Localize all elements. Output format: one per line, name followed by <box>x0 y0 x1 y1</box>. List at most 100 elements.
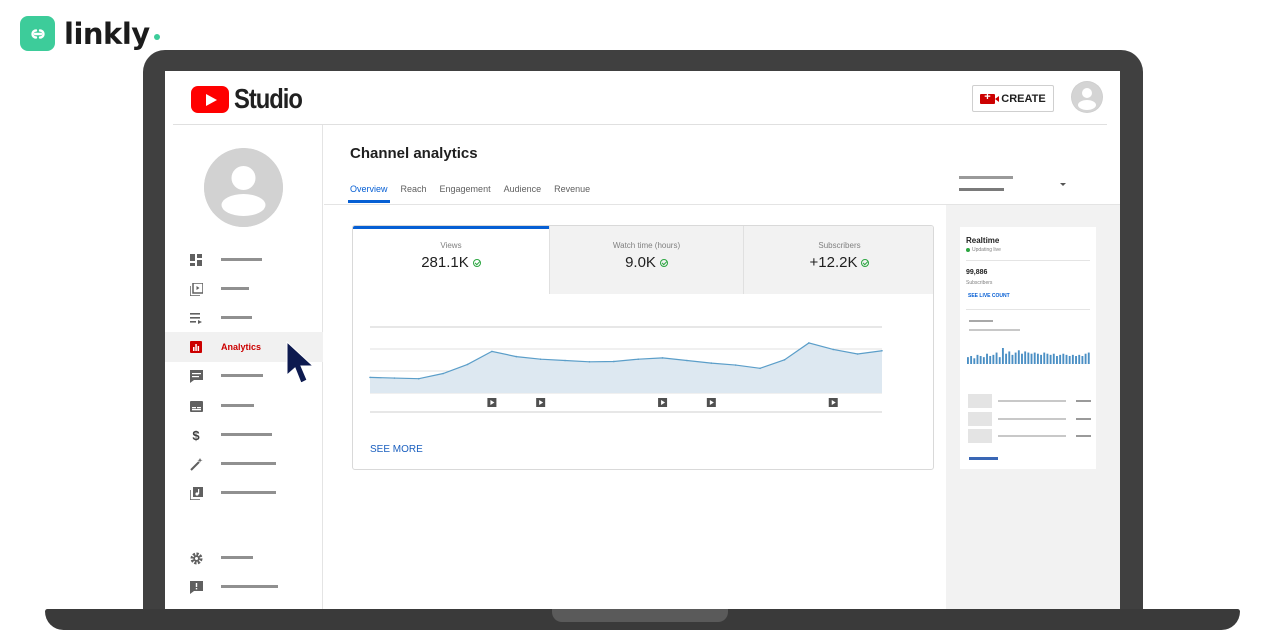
realtime-bar <box>1075 356 1077 364</box>
check-circle-icon <box>659 258 668 267</box>
realtime-bar <box>1027 352 1030 364</box>
video-thumbnail-placeholder <box>968 394 992 408</box>
realtime-bar <box>1071 354 1074 364</box>
realtime-bar-chart <box>967 348 1090 364</box>
sidebar-item-label-placeholder <box>221 433 272 436</box>
sidebar-item-monetization[interactable]: $ <box>165 420 323 450</box>
analytics-tabs: Overview Reach Engagement Audience Reven… <box>348 184 603 203</box>
sidebar-item-audio-library[interactable] <box>165 478 323 508</box>
sidebar-item-label-placeholder <box>221 316 252 319</box>
sidebar-item-playlists[interactable] <box>165 303 323 333</box>
realtime-bar <box>1033 352 1036 364</box>
chart-data-point <box>856 353 859 355</box>
sidebar-item-dashboard[interactable] <box>165 245 323 275</box>
tab-engagement[interactable]: Engagement <box>440 184 491 203</box>
live-dot-icon <box>966 248 970 252</box>
realtime-status: Updating live <box>966 247 1001 253</box>
chart-data-point <box>661 357 664 359</box>
chart-data-point <box>881 349 883 352</box>
metric-subscribers[interactable]: Subscribers +12.2K <box>743 226 933 294</box>
chart-data-point <box>491 350 493 353</box>
realtime-bar <box>1056 356 1058 364</box>
dashboard-icon <box>189 253 203 267</box>
realtime-bar <box>1014 352 1017 364</box>
check-circle-icon <box>861 258 870 267</box>
placeholder-line <box>969 320 993 322</box>
sidebar-item-label-placeholder <box>221 585 278 588</box>
sidebar-item-label-placeholder <box>221 258 262 261</box>
tab-audience[interactable]: Audience <box>504 184 542 203</box>
realtime-status-text: Updating live <box>972 247 1001 253</box>
see-live-count-link[interactable]: SEE LIVE COUNT <box>968 293 1010 299</box>
metric-views[interactable]: Views 281.1K <box>353 226 549 294</box>
see-more-link[interactable]: SEE MORE <box>370 444 423 455</box>
realtime-bar <box>1043 352 1046 364</box>
metric-label: Watch time (hours) <box>612 241 681 250</box>
metric-value-text: 9.0K <box>625 254 656 271</box>
top-bar: Studio CREATE <box>165 71 1120 125</box>
divider <box>966 260 1090 261</box>
chart-data-point <box>417 377 420 380</box>
video-marker-icon[interactable] <box>658 398 668 407</box>
sidebar-item-subtitles[interactable] <box>165 391 323 421</box>
video-marker-icon[interactable] <box>536 398 546 407</box>
realtime-bar <box>976 354 979 364</box>
placeholder-line <box>998 418 1066 420</box>
chart-data-point <box>588 361 591 363</box>
date-range-placeholder <box>959 176 1013 179</box>
realtime-bar <box>1001 348 1004 364</box>
studio-wordmark: Studio <box>234 83 303 114</box>
create-button[interactable]: CREATE <box>972 85 1054 112</box>
analytics-card: Views 281.1K Watch time (hours) 9.0K Sub… <box>352 225 934 470</box>
metric-watch-time[interactable]: Watch time (hours) 9.0K <box>549 226 743 294</box>
realtime-bar <box>1062 353 1065 364</box>
realtime-bar <box>1068 356 1071 364</box>
metric-value-text: 281.1K <box>421 254 469 271</box>
video-marker-icon[interactable] <box>487 398 497 407</box>
tab-reach[interactable]: Reach <box>401 184 427 203</box>
video-marker-icon[interactable] <box>706 398 716 407</box>
chart-data-point <box>613 360 615 363</box>
date-range-placeholder <box>959 188 1004 191</box>
sidebar-item-label-placeholder <box>221 556 253 559</box>
sidebar-item-content[interactable] <box>165 274 323 304</box>
chart-data-point <box>710 362 713 364</box>
main-content: Channel analytics Overview Reach Engagem… <box>324 125 1120 609</box>
sidebar-item-settings[interactable] <box>165 543 323 573</box>
video-camera-icon <box>980 91 1000 104</box>
placeholder-line <box>998 435 1066 437</box>
account-avatar[interactable] <box>1071 81 1103 113</box>
realtime-bar <box>986 353 988 364</box>
linkly-brand: linkly <box>20 16 160 51</box>
placeholder-line <box>969 329 1020 331</box>
chart-data-point <box>686 359 688 362</box>
realtime-bar <box>1078 354 1081 364</box>
comments-icon <box>189 369 203 383</box>
audio-library-icon <box>189 486 203 500</box>
metric-label: Views <box>440 241 462 250</box>
realtime-bar <box>1049 354 1052 364</box>
chevron-down-icon[interactable] <box>1060 183 1066 186</box>
realtime-bar <box>979 356 982 364</box>
tab-overview[interactable]: Overview <box>348 184 390 203</box>
realtime-more-link-bar[interactable] <box>969 457 998 460</box>
placeholder-line <box>1076 418 1091 420</box>
chart-data-point <box>442 372 444 375</box>
realtime-title: Realtime <box>966 236 1000 245</box>
metric-value-text: +12.2K <box>809 254 858 271</box>
sidebar-item-feedback[interactable] <box>165 572 323 602</box>
video-marker-icon[interactable] <box>828 398 838 407</box>
date-range-selector[interactable] <box>946 125 1120 205</box>
realtime-bar <box>1046 353 1049 364</box>
placeholder-line <box>1076 435 1091 437</box>
chart-data-point <box>783 359 786 361</box>
channel-avatar[interactable] <box>204 148 283 227</box>
chart-data-point <box>759 367 761 370</box>
sidebar-item-customization[interactable] <box>165 449 323 479</box>
brand-dot <box>153 33 160 40</box>
youtube-studio-logo[interactable]: Studio <box>191 83 314 115</box>
tab-revenue[interactable]: Revenue <box>554 184 590 203</box>
realtime-bar <box>1084 353 1087 364</box>
check-circle-icon <box>472 258 481 267</box>
chart-data-point <box>637 358 639 360</box>
